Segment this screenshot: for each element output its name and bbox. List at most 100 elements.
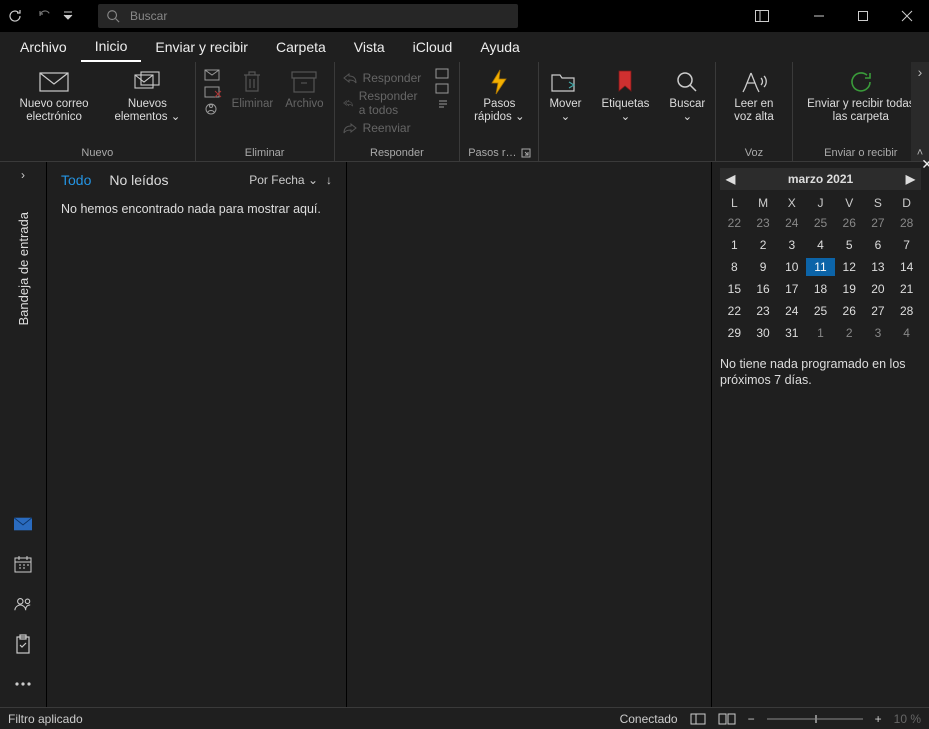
calendar-day[interactable]: 28 [892, 214, 921, 232]
calendar-day[interactable]: 22 [720, 302, 749, 320]
calendar-day[interactable]: 4 [892, 324, 921, 342]
reply-label: Responder [363, 71, 422, 85]
calendar-day[interactable]: 5 [835, 236, 864, 254]
calendar-day[interactable]: 2 [749, 236, 778, 254]
new-email-label: Nuevo correo electrónico [10, 98, 98, 124]
tab-home[interactable]: Inicio [81, 32, 142, 62]
forward-button[interactable]: Reenviar [339, 120, 428, 136]
calendar-grid[interactable]: LMXJVSD222324252627281234567891011121314… [720, 196, 921, 342]
view-normal-icon[interactable] [690, 713, 706, 725]
calendar-day[interactable]: 26 [835, 214, 864, 232]
calendar-day[interactable]: 3 [864, 324, 893, 342]
calendar-day[interactable]: 29 [720, 324, 749, 342]
calendar-day[interactable]: 9 [749, 258, 778, 276]
calendar-day[interactable]: 13 [864, 258, 893, 276]
filter-all[interactable]: Todo [61, 172, 91, 188]
tab-help[interactable]: Ayuda [466, 32, 533, 62]
calendar-day[interactable]: 21 [892, 280, 921, 298]
new-items-button[interactable]: Nuevos elementos ⌄ [104, 66, 191, 124]
move-button[interactable]: Mover⌄ [543, 66, 587, 124]
sort-button[interactable]: Por Fecha ⌄ [249, 173, 318, 187]
view-reading-icon[interactable] [718, 713, 736, 725]
mail-module-icon[interactable] [14, 515, 32, 533]
calendar-day[interactable]: 4 [806, 236, 835, 254]
calendar-day[interactable]: 30 [749, 324, 778, 342]
calendar-day[interactable]: 28 [892, 302, 921, 320]
calendar-day[interactable]: 1 [720, 236, 749, 254]
sync-icon[interactable] [0, 0, 30, 32]
tasks-module-icon[interactable] [14, 635, 32, 653]
calendar-module-icon[interactable] [14, 555, 32, 573]
calendar-day[interactable]: 26 [835, 302, 864, 320]
tab-send-receive[interactable]: Enviar y recibir [141, 32, 262, 62]
calendar-day[interactable]: 24 [777, 302, 806, 320]
reply-button[interactable]: Responder [339, 70, 428, 86]
find-button[interactable]: Buscar⌄ [663, 66, 711, 124]
tab-icloud[interactable]: iCloud [399, 32, 467, 62]
calendar-day[interactable]: 27 [864, 302, 893, 320]
delete-mini-stack[interactable] [200, 66, 226, 116]
read-aloud-button[interactable]: Leer en voz alta [720, 66, 787, 124]
respond-more[interactable] [431, 66, 455, 110]
delete-button[interactable]: Eliminar [226, 66, 280, 111]
calendar-day[interactable]: 15 [720, 280, 749, 298]
zoom-in-icon[interactable]: + [875, 712, 882, 726]
undo-icon[interactable] [30, 0, 60, 32]
sort-direction-icon[interactable]: ↓ [326, 173, 332, 187]
calendar-day[interactable]: 31 [777, 324, 806, 342]
find-label: Buscar [669, 98, 705, 110]
calendar-dow: M [749, 196, 778, 210]
calendar-day[interactable]: 27 [864, 214, 893, 232]
quick-steps-button[interactable]: Pasos rápidos ⌄ [464, 66, 534, 124]
send-receive-all-button[interactable]: Enviar y recibir todas las carpeta [797, 66, 925, 124]
dialog-launcher-icon[interactable] [521, 148, 531, 158]
ribbon-scroll-icon[interactable] [918, 64, 923, 80]
tags-button[interactable]: Etiquetas⌄ [595, 66, 655, 124]
calendar-day[interactable]: 18 [806, 280, 835, 298]
tab-folder[interactable]: Carpeta [262, 32, 340, 62]
calendar-day[interactable]: 6 [864, 236, 893, 254]
qat-dropdown-icon[interactable] [60, 0, 76, 32]
inbox-folder[interactable]: Bandeja de entrada [12, 208, 35, 329]
tab-view[interactable]: Vista [340, 32, 399, 62]
calendar-day[interactable]: 24 [777, 214, 806, 232]
calendar-day[interactable]: 20 [864, 280, 893, 298]
close-peek-icon[interactable]: ✕ [921, 156, 929, 173]
calendar-day[interactable]: 11 [806, 258, 835, 276]
people-module-icon[interactable] [14, 595, 32, 613]
zoom-out-icon[interactable]: − [748, 712, 755, 726]
calendar-dow: V [835, 196, 864, 210]
minimize-button[interactable] [797, 0, 841, 32]
reply-all-button[interactable]: Responder a todos [339, 88, 428, 118]
maximize-button[interactable] [841, 0, 885, 32]
calendar-day[interactable]: 12 [835, 258, 864, 276]
calendar-day[interactable]: 14 [892, 258, 921, 276]
calendar-day[interactable]: 3 [777, 236, 806, 254]
next-month-icon[interactable]: ▶ [906, 172, 915, 186]
search-box[interactable]: Buscar [98, 4, 518, 28]
calendar-day[interactable]: 1 [806, 324, 835, 342]
calendar-day[interactable]: 7 [892, 236, 921, 254]
archive-button[interactable]: Archivo [279, 66, 329, 111]
calendar-day[interactable]: 2 [835, 324, 864, 342]
calendar-day[interactable]: 23 [749, 214, 778, 232]
new-email-button[interactable]: Nuevo correo electrónico [4, 66, 104, 124]
zoom-slider[interactable] [767, 718, 863, 720]
calendar-day[interactable]: 16 [749, 280, 778, 298]
calendar-day[interactable]: 23 [749, 302, 778, 320]
calendar-day[interactable]: 10 [777, 258, 806, 276]
more-modules-icon[interactable] [14, 675, 32, 693]
tab-file[interactable]: Archivo [6, 32, 81, 62]
calendar-day[interactable]: 25 [806, 214, 835, 232]
calendar-day[interactable]: 22 [720, 214, 749, 232]
calendar-day[interactable]: 19 [835, 280, 864, 298]
expand-nav-icon[interactable]: › [21, 168, 25, 182]
agenda-text: No tiene nada programado en los próximos… [720, 356, 921, 388]
window-mode-icon[interactable] [747, 0, 777, 32]
filter-unread[interactable]: No leídos [109, 172, 168, 188]
calendar-day[interactable]: 8 [720, 258, 749, 276]
calendar-day[interactable]: 25 [806, 302, 835, 320]
prev-month-icon[interactable]: ◀ [726, 172, 735, 186]
close-button[interactable] [885, 0, 929, 32]
calendar-day[interactable]: 17 [777, 280, 806, 298]
